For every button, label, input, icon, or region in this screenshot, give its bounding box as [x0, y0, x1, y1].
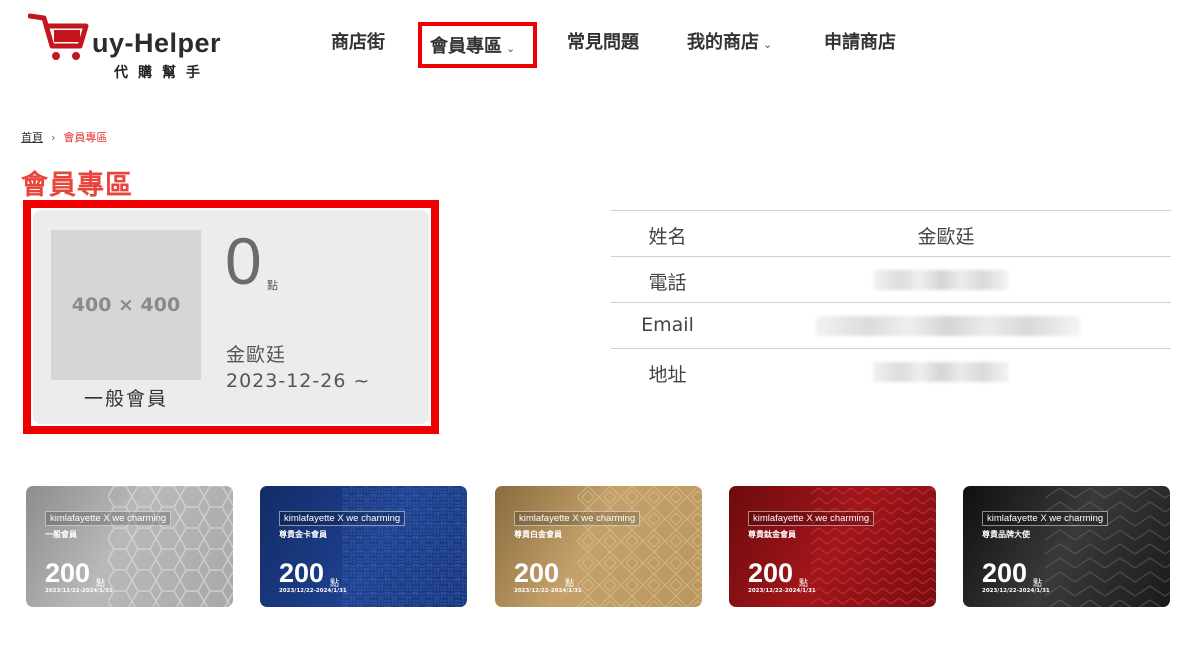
logo[interactable]: uy-Helper 代購幫手 — [28, 12, 238, 84]
tier-card-ambassador[interactable]: kimlafayette X we charming 尊貴品牌大使 200 點 … — [963, 486, 1170, 607]
member-points: 0 — [225, 224, 262, 298]
member-card: 400 × 400 一般會員 0 點 金歐廷 2023-12-26 ~ — [33, 210, 429, 424]
tier-brand: kimlafayette X we charming — [279, 511, 406, 526]
member-since-date: 2023-12-26 ~ — [226, 370, 371, 392]
shopping-cart-icon — [28, 13, 89, 60]
member-level: 一般會員 — [83, 388, 168, 410]
breadcrumb-home-link[interactable]: 首頁 — [21, 131, 43, 144]
tier-brand: kimlafayette X we charming — [982, 511, 1109, 526]
info-row-phone: 電話 — [611, 256, 1171, 302]
nav-item-label: 常見問題 — [567, 32, 639, 53]
tier-card-gold[interactable]: kimlafayette X we charming 尊貴金卡會員 200 點 … — [260, 486, 467, 607]
nav-item-label: 申請商店 — [824, 32, 896, 53]
tier-period: 2023/12/22-2024/1/31 — [514, 588, 582, 594]
member-card-highlight: 400 × 400 一般會員 0 點 金歐廷 2023-12-26 ~ — [23, 200, 439, 434]
tier-name: 尊貴鈦金會員 — [748, 530, 796, 539]
tier-period: 2023/12/22-2024/1/31 — [279, 588, 347, 594]
member-name: 金歐廷 — [226, 344, 287, 366]
avatar-placeholder: 400 × 400 — [51, 230, 201, 380]
tier-period: 2023/12/22-2024/1/31 — [45, 588, 113, 594]
tier-name: 尊貴品牌大使 — [982, 530, 1030, 539]
tier-points: 200 — [514, 558, 560, 588]
redacted-value — [816, 316, 1080, 336]
tier-period: 2023/12/22-2024/1/31 — [748, 588, 816, 594]
tier-period: 2023/12/22-2024/1/31 — [982, 588, 1050, 594]
tier-points: 200 — [45, 558, 91, 588]
info-label: 地址 — [648, 364, 687, 386]
lattice-pattern — [577, 486, 702, 607]
page-title: 會員專區 — [21, 170, 133, 201]
tier-brand: kimlafayette X we charming — [514, 511, 641, 526]
nav-item-member-zone[interactable]: 會員專區 ⌄ — [418, 22, 537, 68]
info-row-address: 地址 — [611, 348, 1171, 394]
weave-pattern — [342, 486, 467, 607]
tier-points: 200 — [279, 558, 325, 588]
redacted-value — [873, 362, 1009, 382]
points-unit: 點 — [267, 279, 278, 292]
breadcrumb: 首頁 › 會員專區 — [21, 129, 107, 145]
info-row-email: Email — [611, 302, 1171, 348]
logo-text: uy-Helper — [92, 28, 222, 58]
tier-points: 200 — [982, 558, 1028, 588]
redacted-value — [873, 270, 1009, 290]
hexagon-pattern — [108, 486, 233, 607]
tier-brand: kimlafayette X we charming — [45, 511, 172, 526]
info-label: 姓名 — [648, 226, 687, 248]
info-value: 金歐廷 — [917, 226, 975, 248]
tier-card-titanium[interactable]: kimlafayette X we charming 尊貴鈦金會員 200 點 … — [729, 486, 936, 607]
nav-item-faq[interactable]: 常見問題 — [567, 22, 639, 68]
nav-item-label: 我的商店 — [687, 32, 759, 53]
tier-card-general[interactable]: kimlafayette X we charming 一般會員 200 點 20… — [26, 486, 233, 607]
tier-points: 200 — [748, 558, 794, 588]
nav-item-my-store[interactable]: 我的商店 ⌄ — [687, 22, 772, 68]
zigzag-pattern — [1045, 486, 1170, 607]
tier-brand: kimlafayette X we charming — [748, 511, 875, 526]
breadcrumb-separator: › — [51, 131, 56, 144]
nav-item-shopping-street[interactable]: 商店街 — [331, 22, 385, 68]
info-label: 電話 — [648, 272, 687, 294]
breadcrumb-current: 會員專區 — [63, 131, 108, 144]
tier-card-platinum[interactable]: kimlafayette X we charming 尊貴白金會員 200 點 … — [495, 486, 702, 607]
info-row-name: 姓名 金歐廷 — [611, 210, 1171, 256]
tier-name: 尊貴金卡會員 — [279, 530, 327, 539]
chevron-down-icon: ⌄ — [506, 42, 516, 55]
member-info-table: 姓名 金歐廷 電話 Email 地址 — [611, 210, 1171, 394]
info-label: Email — [641, 314, 694, 336]
chevron-down-icon: ⌄ — [763, 38, 773, 51]
tier-name: 一般會員 — [45, 530, 77, 539]
chevron-pattern — [811, 486, 936, 607]
nav-item-label: 商店街 — [331, 32, 385, 53]
nav-item-label: 會員專區 — [430, 36, 502, 57]
tier-name: 尊貴白金會員 — [514, 530, 562, 539]
logo-subtitle: 代購幫手 — [114, 65, 210, 81]
nav-item-apply-store[interactable]: 申請商店 — [824, 22, 896, 68]
